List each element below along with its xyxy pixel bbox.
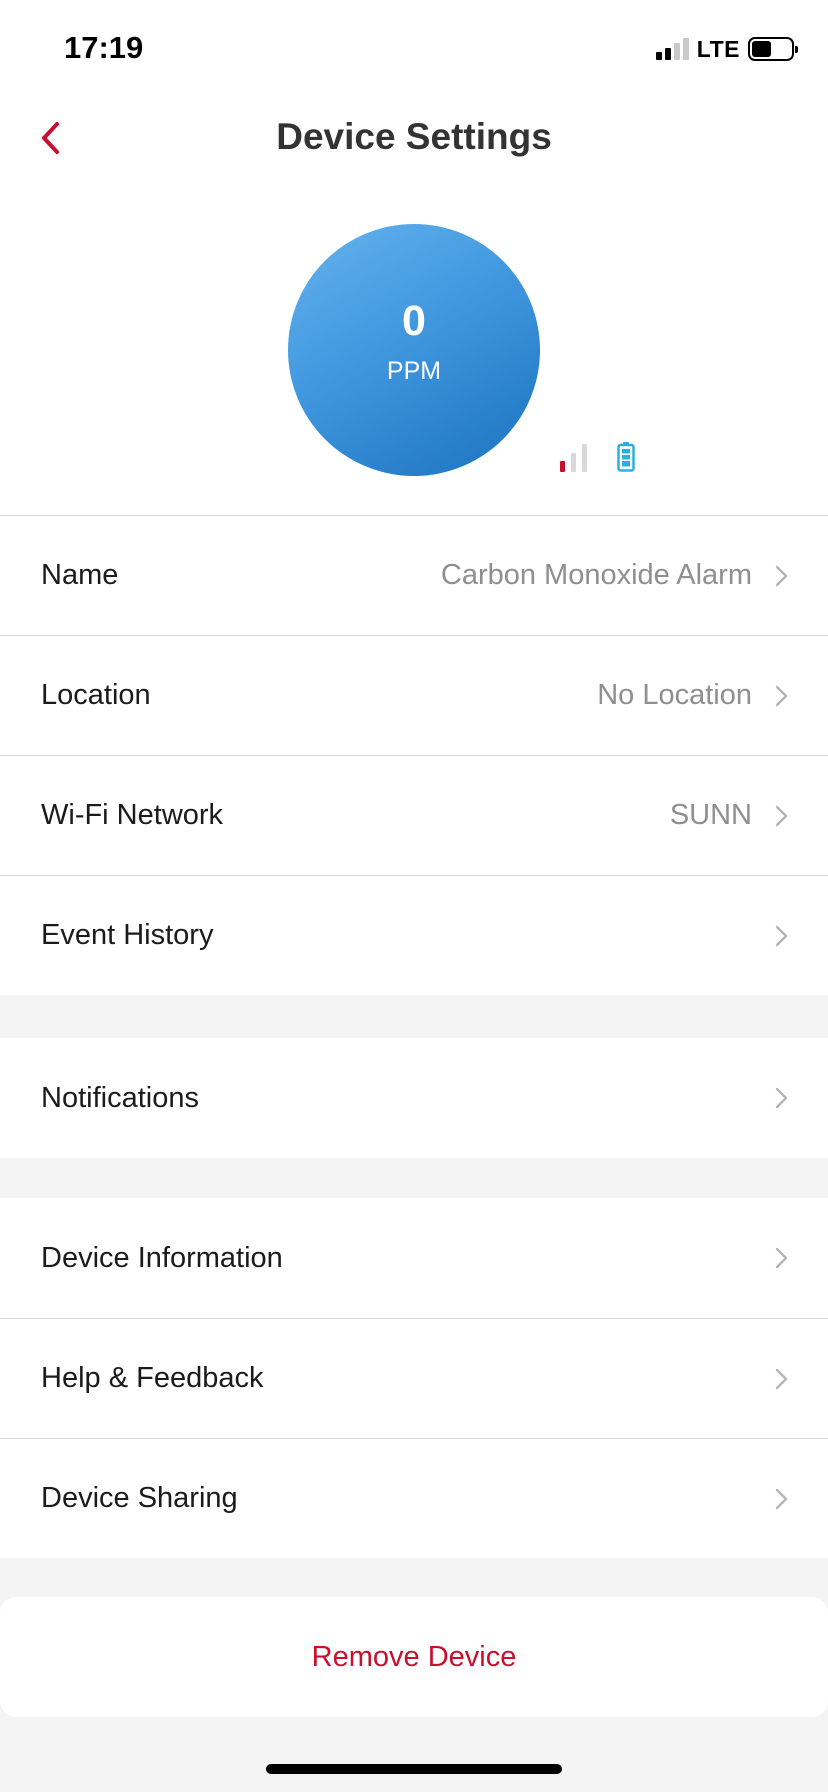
cellular-signal-icon xyxy=(655,38,689,60)
row-label: Notifications xyxy=(41,1081,199,1114)
device-sharing-row[interactable]: Device Sharing xyxy=(0,1438,828,1558)
co-reading-value: 0 xyxy=(402,297,426,345)
row-label: Name xyxy=(41,559,119,591)
settings-group-info: Device Information Help & Feedback Devic… xyxy=(0,1198,828,1558)
battery-full-icon xyxy=(617,442,635,472)
device-information-row[interactable]: Device Information xyxy=(0,1198,828,1318)
row-label: Wi-Fi Network xyxy=(41,799,224,831)
chevron-right-icon xyxy=(774,685,788,707)
wifi-strength-icon xyxy=(560,444,587,472)
phone-battery-icon xyxy=(748,37,798,61)
row-value: No Location xyxy=(597,679,752,711)
network-type: LTE xyxy=(696,35,740,62)
co-reading-unit: PPM xyxy=(386,357,442,385)
chevron-right-icon xyxy=(774,805,788,827)
device-header-panel: 17:19 LTE Device Settings 0 PPM xyxy=(0,0,828,515)
row-label: Location xyxy=(41,679,151,711)
co-reading-gauge: 0 PPM xyxy=(288,224,540,476)
name-row[interactable]: Name Carbon Monoxide Alarm xyxy=(0,515,828,635)
status-time: 17:19 xyxy=(64,30,144,65)
home-indicator[interactable] xyxy=(266,1764,562,1774)
chevron-right-icon xyxy=(774,1087,788,1109)
row-label: Device Information xyxy=(41,1241,283,1274)
row-label: Device Sharing xyxy=(41,1482,238,1514)
row-label: Help & Feedback xyxy=(41,1362,264,1394)
wifi-network-row[interactable]: Wi-Fi Network SUNN xyxy=(0,755,828,875)
row-value: SUNN xyxy=(669,799,752,831)
row-label: Event History xyxy=(41,919,214,951)
event-history-row[interactable]: Event History xyxy=(0,875,828,995)
row-value: Carbon Monoxide Alarm xyxy=(440,559,752,591)
chevron-right-icon xyxy=(774,565,788,587)
chevron-right-icon xyxy=(774,1247,788,1269)
chevron-right-icon xyxy=(774,1368,788,1390)
location-row[interactable]: Location No Location xyxy=(0,635,828,755)
notifications-row[interactable]: Notifications xyxy=(0,1038,828,1158)
chevron-right-icon xyxy=(774,925,788,947)
help-feedback-row[interactable]: Help & Feedback xyxy=(0,1318,828,1438)
chevron-right-icon xyxy=(774,1488,788,1510)
settings-group-notifications: Notifications xyxy=(0,1038,828,1158)
status-indicators: LTE xyxy=(655,34,798,64)
settings-group-main: Name Carbon Monoxide Alarm Location No L… xyxy=(0,515,828,995)
page-title: Device Settings xyxy=(276,116,552,157)
remove-device-button[interactable]: Remove Device xyxy=(0,1597,828,1717)
